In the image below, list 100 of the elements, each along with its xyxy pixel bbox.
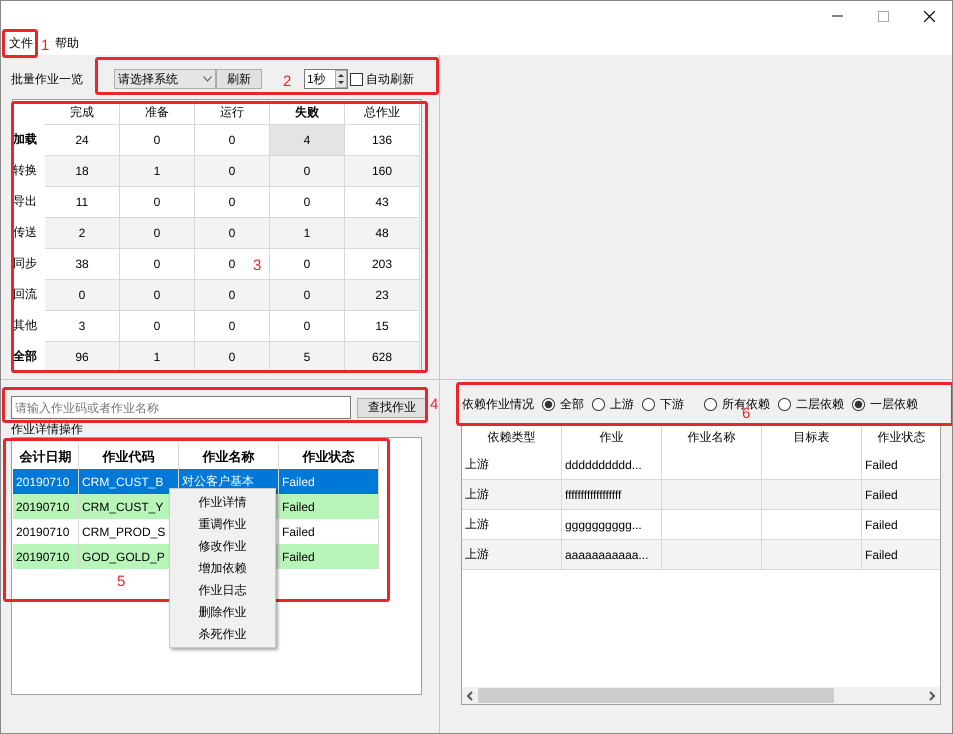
annotation-frame (2, 29, 38, 58)
table-cell: 43 (345, 186, 420, 217)
row-header: 导出 (13, 193, 38, 210)
table-cell: 0 (270, 248, 345, 279)
chevron-down-icon (203, 76, 212, 82)
close-icon (924, 10, 934, 22)
table-cell: 3 (45, 310, 120, 341)
table-cell: 上游 (462, 450, 562, 480)
table-cell: 上游 (462, 510, 562, 540)
table-cell: 0 (195, 279, 270, 310)
auto-refresh-checkbox[interactable] (350, 72, 363, 86)
table-cell: 160 (345, 155, 420, 186)
table-cell: 136 (345, 124, 420, 155)
table-cell[interactable]: Failed (279, 494, 379, 519)
table-cell: 0 (195, 217, 270, 248)
table-cell: 48 (345, 217, 420, 248)
radio-label: 全部 (560, 396, 584, 412)
scroll-thumb[interactable] (478, 688, 834, 703)
table-cell: 18 (45, 155, 120, 186)
table-cell: 0 (270, 279, 345, 310)
table-cell: 1 (120, 341, 195, 372)
row-header: 回流 (13, 286, 38, 303)
group-label: 作业详情操作 (11, 423, 84, 436)
row-header: 同步 (13, 255, 38, 272)
row-header: 其他 (13, 317, 38, 334)
horizontal-scrollbar[interactable] (462, 687, 940, 704)
table-cell: 1 (120, 155, 195, 186)
table-cell: 0 (120, 217, 195, 248)
table-cell: 203 (345, 248, 420, 279)
radio-label: 一层依赖 (870, 396, 918, 412)
table-cell: 11 (45, 186, 120, 217)
table-cell[interactable]: 20190710 (13, 544, 79, 569)
maximize-icon (878, 10, 888, 22)
annotation-number: 4 (430, 396, 438, 413)
table-cell: 0 (120, 248, 195, 279)
menu-item[interactable]: 删除作业 (170, 601, 275, 623)
table-cell: 0 (270, 310, 345, 341)
table-cell: 96 (45, 341, 120, 372)
radio-label: 二层依赖 (796, 396, 844, 412)
table-cell: Failed (862, 480, 940, 510)
radio-label: 下游 (660, 396, 684, 412)
table-cell: 15 (345, 310, 420, 341)
table-cell: 23 (345, 279, 420, 310)
radio-button[interactable] (642, 398, 655, 410)
table-cell: Failed (862, 540, 940, 570)
table-cell[interactable]: Failed (279, 469, 379, 494)
chevron-right-icon (928, 690, 936, 700)
table-cell: 4 (270, 124, 345, 155)
filter-label: 依赖作业情况 (462, 396, 534, 412)
table-cell: 上游 (462, 540, 562, 570)
annotation-number: 2 (283, 73, 292, 90)
spin-arrows-icon (335, 70, 347, 88)
interval-spinbox[interactable]: 1秒 (304, 69, 348, 89)
table-cell: 0 (270, 186, 345, 217)
table-cell: aaaaaaaaaaa... (562, 540, 662, 570)
table-cell[interactable]: 20190710 (13, 494, 79, 519)
radio-button[interactable] (778, 398, 791, 410)
table-cell: 0 (120, 310, 195, 341)
chevron-left-icon (466, 690, 474, 700)
row-header: 加载 (13, 131, 38, 148)
table-cell: 38 (45, 248, 120, 279)
menu-item[interactable]: 作业日志 (170, 579, 275, 601)
row-header: 转换 (13, 162, 38, 179)
refresh-button[interactable]: 刷新 (216, 69, 262, 89)
table-cell: 0 (195, 341, 270, 372)
table-cell: 0 (120, 124, 195, 155)
menu-item[interactable]: 文件 (3, 34, 39, 52)
menu-item[interactable]: 杀死作业 (170, 623, 275, 645)
annotation-number: 3 (253, 257, 262, 274)
radio-button[interactable] (704, 398, 717, 410)
table-cell: 0 (45, 279, 120, 310)
table-cell: 5 (270, 341, 345, 372)
table-cell: 0 (195, 155, 270, 186)
row-header: 全部 (13, 348, 38, 365)
table-cell: 0 (270, 155, 345, 186)
table-cell: 1 (270, 217, 345, 248)
row-header: 传送 (13, 224, 38, 241)
panel-title: 批量作业一览 (11, 70, 83, 88)
find-job-button[interactable]: 查找作业 (357, 398, 427, 418)
table-cell[interactable]: 20190710 (13, 469, 79, 494)
checkbox-label: 自动刷新 (366, 70, 414, 88)
table-cell[interactable]: Failed (279, 544, 379, 569)
radio-button[interactable] (542, 398, 555, 410)
minimize-icon (832, 15, 842, 17)
radio-button[interactable] (852, 398, 865, 410)
radio-label: 所有依赖 (722, 396, 770, 410)
table-cell[interactable]: CRM_CUST_B (79, 469, 179, 494)
table-cell: 0 (120, 279, 195, 310)
radio-button[interactable] (592, 398, 605, 410)
table-cell: 0 (195, 186, 270, 217)
table-cell: 24 (45, 124, 120, 155)
menu-item[interactable]: 帮助 (49, 34, 85, 52)
system-select[interactable]: 请选择系统 (114, 69, 216, 89)
radio-label: 上游 (610, 396, 634, 412)
search-field[interactable]: 请输入作业码或者作业名称 (11, 396, 351, 419)
table-cell: dddddddddd... (562, 450, 662, 480)
table-cell: gggggggggg... (562, 510, 662, 540)
table-cell: 628 (345, 341, 420, 372)
table-cell: 0 (120, 186, 195, 217)
table-cell: ffffffffffffffffff (562, 480, 662, 510)
